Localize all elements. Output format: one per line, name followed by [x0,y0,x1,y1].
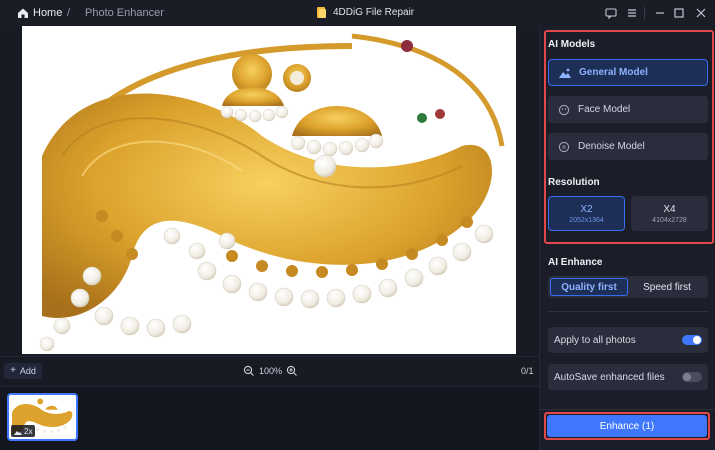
add-button[interactable]: + Add [4,363,42,379]
zoom-toolbar: + Add 100% 0/1 [0,356,539,386]
denoise-model-button[interactable]: Denoise Model [548,133,708,160]
enhance-highlight-box: Enhance (1) [544,412,710,440]
resolution-title: Resolution [548,177,600,188]
zoom-in-icon[interactable] [286,365,298,377]
thumbnail-scale-badge: 2x [11,425,36,437]
quality-first-option[interactable]: Quality first [550,278,628,296]
settings-panel: AI Models General Model Face Model Denoi… [539,26,715,450]
resolution-x2-button[interactable]: X2 2052x1364 [548,196,625,231]
resolution-x2-size: 2052x1364 [569,216,604,224]
thumbnail-item[interactable]: 2x [7,393,78,441]
apply-all-row: Apply to all photos [548,327,708,353]
add-button-label: Add [19,366,36,376]
face-model-button[interactable]: Face Model [548,96,708,123]
minimize-icon[interactable] [653,6,667,20]
plus-icon: + [10,365,16,376]
preview-canvas [0,26,539,356]
titlebar-divider [644,7,645,19]
toggle-knob [683,373,691,381]
breadcrumb-current-page: Photo Enhancer [85,7,164,19]
home-icon[interactable] [17,7,29,19]
face-model-label: Face Model [578,104,631,115]
apply-all-toggle[interactable] [682,335,702,345]
app-title: 4DDiG File Repair [333,7,415,18]
close-icon[interactable] [694,6,708,20]
zoom-out-icon[interactable] [243,365,255,377]
title-bar: Home / Photo Enhancer 4DDiG File Repair [0,0,715,26]
resolution-x4-label: X4 [663,203,676,215]
preview-image [22,26,516,354]
thumbnail-strip: 2x [0,386,539,450]
panel-divider [548,311,708,312]
general-model-label: General Model [579,67,648,78]
autosave-row: AutoSave enhanced files [548,364,708,390]
app-logo-icon [317,7,326,18]
page-counter: 0/1 [521,366,534,376]
denoise-model-label: Denoise Model [578,141,645,152]
general-model-button[interactable]: General Model [548,59,708,86]
resolution-x4-size: 4104x2728 [652,216,687,224]
landscape-icon [559,68,571,78]
feedback-icon[interactable] [604,6,618,20]
speed-first-option[interactable]: Speed first [628,278,706,296]
autosave-toggle[interactable] [682,372,702,382]
image-icon [14,430,22,435]
ai-models-title: AI Models [548,39,596,50]
jewelry-photo [39,33,505,352]
face-icon [558,104,570,115]
denoise-icon [558,141,570,152]
enhance-mode-toggle: Quality first Speed first [548,276,708,298]
enhance-button[interactable]: Enhance (1) [547,415,707,437]
resolution-x4-button[interactable]: X4 4104x2728 [631,196,708,231]
autosave-label: AutoSave enhanced files [554,371,665,383]
zoom-level: 100% [259,366,283,376]
panel-divider-bottom [540,409,715,410]
maximize-icon[interactable] [672,6,686,20]
apply-all-label: Apply to all photos [554,334,636,346]
toggle-knob [693,336,701,344]
breadcrumb-separator: / [67,7,71,19]
thumbnail-scale-label: 2x [24,426,33,436]
breadcrumb-home[interactable]: Home [33,7,62,19]
ai-enhance-title: AI Enhance [548,257,603,268]
menu-icon[interactable] [625,6,639,20]
resolution-x2-label: X2 [580,203,593,215]
